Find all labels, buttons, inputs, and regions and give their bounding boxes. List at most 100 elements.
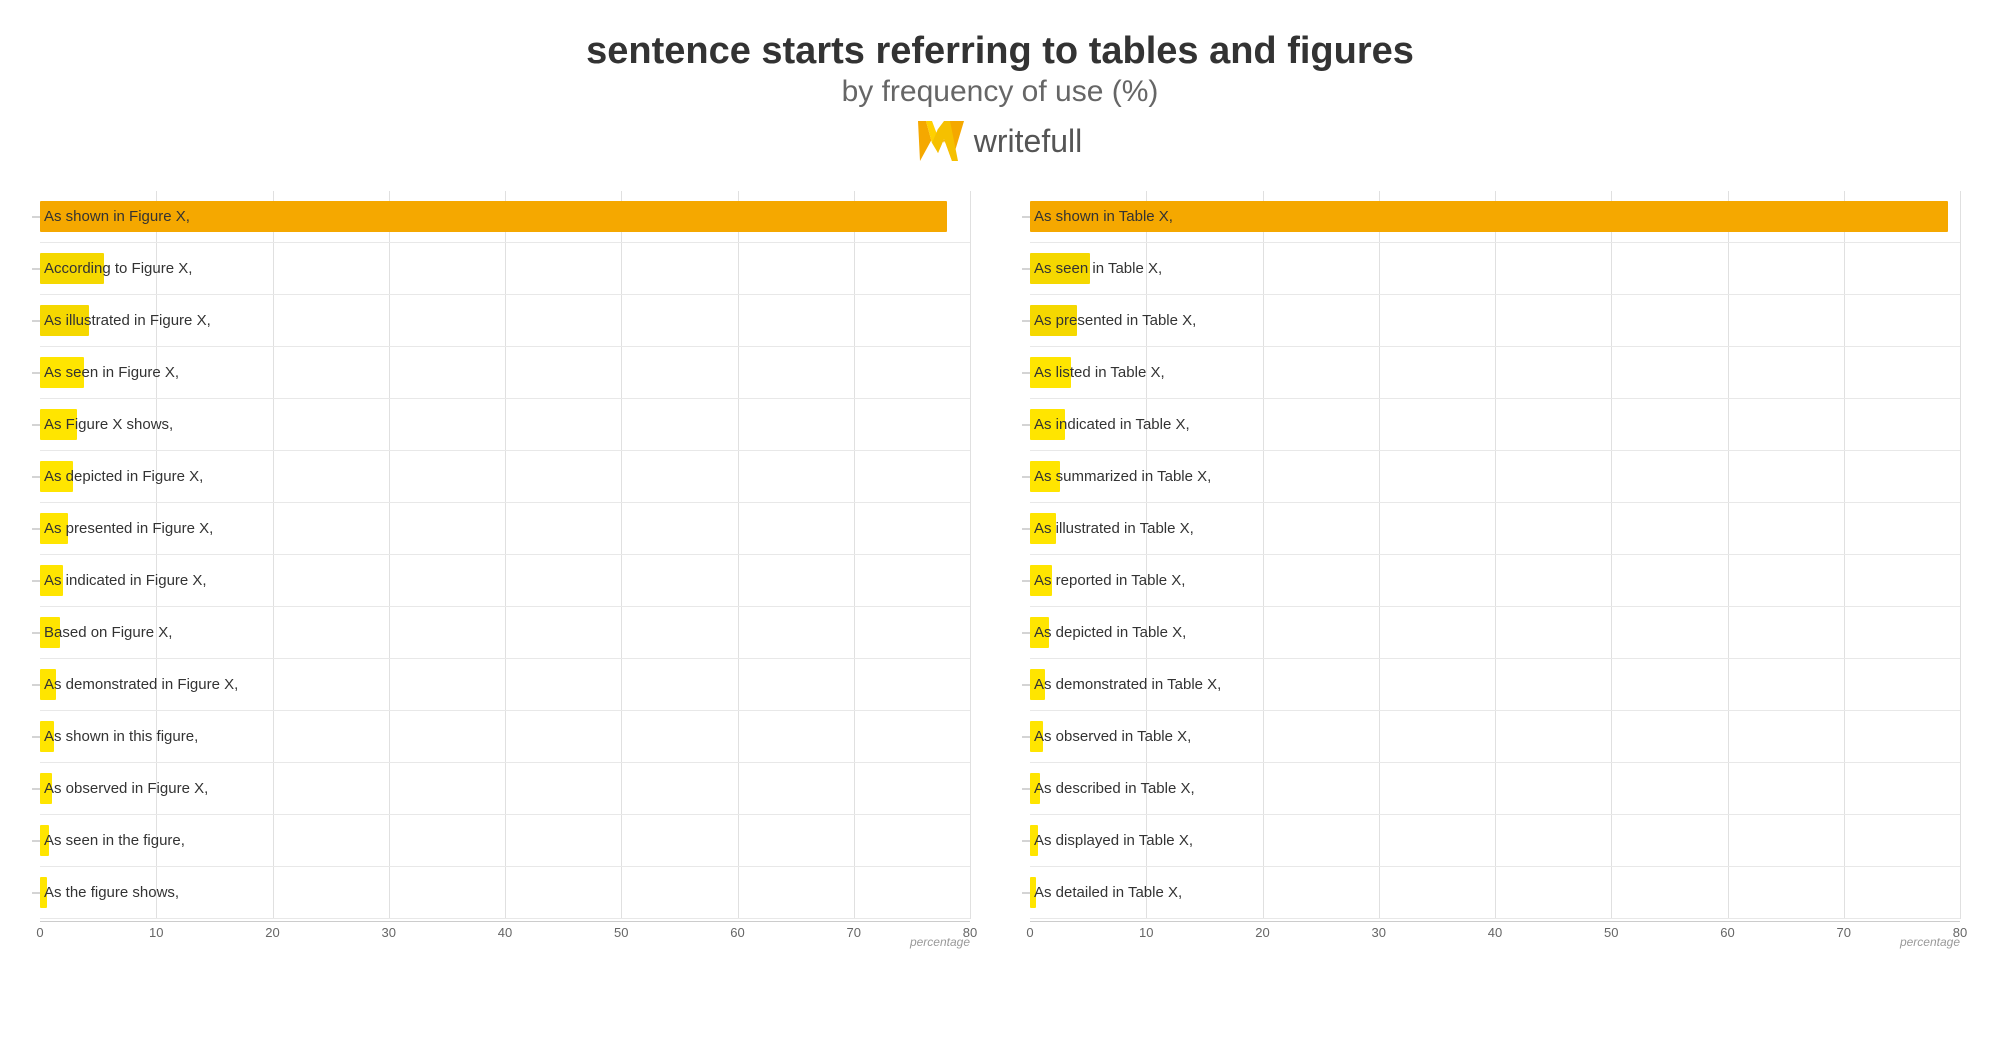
tick-mark	[32, 580, 40, 581]
tick-mark	[1022, 580, 1030, 581]
bar	[40, 877, 47, 908]
tick-mark	[1022, 476, 1030, 477]
x-tick-label: 20	[1255, 925, 1269, 940]
bar-row: As illustrated in Figure X,	[40, 295, 970, 347]
x-tick-label: 60	[730, 925, 744, 940]
bar-row: As seen in Table X,	[1030, 243, 1960, 295]
bar-row: As observed in Table X,	[1030, 711, 1960, 763]
bar-label: As seen in the figure,	[44, 832, 185, 850]
bar-row: As Figure X shows,	[40, 399, 970, 451]
logo-row: writefull	[40, 121, 1960, 161]
bar-label: As the figure shows,	[44, 884, 179, 902]
bar	[1030, 201, 1948, 232]
bar	[40, 617, 60, 648]
bar	[1030, 721, 1043, 752]
charts-container: As shown in Figure X,According to Figure…	[40, 191, 1960, 949]
bar-row: As demonstrated in Figure X,	[40, 659, 970, 711]
tick-mark	[1022, 528, 1030, 529]
bar-row: As described in Table X,	[1030, 763, 1960, 815]
tick-mark	[1022, 268, 1030, 269]
tick-mark	[1022, 684, 1030, 685]
bar	[1030, 409, 1065, 440]
bar-label: As demonstrated in Figure X,	[44, 676, 238, 694]
bar-row: Based on Figure X,	[40, 607, 970, 659]
x-tick-label: 0	[1026, 925, 1033, 940]
bar-row: As depicted in Figure X,	[40, 451, 970, 503]
tick-mark	[32, 424, 40, 425]
bar-label: As observed in Table X,	[1034, 728, 1191, 746]
bar-row: As detailed in Table X,	[1030, 867, 1960, 919]
tick-mark	[32, 840, 40, 841]
bar-label: As summarized in Table X,	[1034, 468, 1211, 486]
tick-mark	[1022, 788, 1030, 789]
tick-mark	[32, 268, 40, 269]
bar-row: As displayed in Table X,	[1030, 815, 1960, 867]
tick-mark	[32, 476, 40, 477]
tick-mark	[32, 684, 40, 685]
figures-chart-panel: As shown in Figure X,According to Figure…	[40, 191, 970, 949]
tick-mark	[1022, 736, 1030, 737]
tick-mark	[1022, 216, 1030, 217]
bar-label: As illustrated in Table X,	[1034, 520, 1194, 538]
bar	[1030, 513, 1056, 544]
chart-wrapper: As shown in Table X,As seen in Table X,A…	[1030, 191, 1960, 949]
bar	[1030, 357, 1071, 388]
bar	[40, 669, 56, 700]
grid-line	[1960, 191, 1961, 919]
bar	[40, 305, 89, 336]
bar	[40, 825, 49, 856]
tables-chart-panel: As shown in Table X,As seen in Table X,A…	[1030, 191, 1960, 949]
bar	[40, 357, 84, 388]
bar-label: As presented in Figure X,	[44, 520, 213, 538]
bar-row: As observed in Figure X,	[40, 763, 970, 815]
bar-row: As presented in Table X,	[1030, 295, 1960, 347]
bar-label: As displayed in Table X,	[1034, 832, 1193, 850]
bar	[1030, 877, 1036, 908]
bar-row: As shown in Figure X,	[40, 191, 970, 243]
bar-row: As seen in the figure,	[40, 815, 970, 867]
bar-label: As detailed in Table X,	[1034, 884, 1182, 902]
bar-label: As shown in this figure,	[44, 728, 198, 746]
bar-row: As reported in Table X,	[1030, 555, 1960, 607]
bar-label: As depicted in Table X,	[1034, 624, 1186, 642]
x-axis-line	[1030, 921, 1960, 922]
bar	[1030, 617, 1049, 648]
bar	[40, 721, 54, 752]
tick-mark	[32, 892, 40, 893]
tick-mark	[1022, 424, 1030, 425]
page-title: sentence starts referring to tables and …	[40, 30, 1960, 73]
bar-row: According to Figure X,	[40, 243, 970, 295]
tick-mark	[32, 736, 40, 737]
bar-label: As described in Table X,	[1034, 780, 1195, 798]
bar-label: As demonstrated in Table X,	[1034, 676, 1221, 694]
x-tick-label: 70	[1837, 925, 1851, 940]
bar	[1030, 773, 1040, 804]
bar-row: As summarized in Table X,	[1030, 451, 1960, 503]
x-tick-label: 0	[36, 925, 43, 940]
tick-mark	[1022, 632, 1030, 633]
x-tick-label: 30	[382, 925, 396, 940]
bar	[1030, 825, 1038, 856]
header: sentence starts referring to tables and …	[40, 30, 1960, 161]
writefull-icon	[918, 121, 964, 161]
chart-wrapper: As shown in Figure X,According to Figure…	[40, 191, 970, 949]
bar-row: As indicated in Table X,	[1030, 399, 1960, 451]
x-axis-wrapper: 01020304050607080percentage	[40, 921, 970, 949]
x-tick-label: 50	[614, 925, 628, 940]
x-tick-label: 60	[1720, 925, 1734, 940]
bar	[40, 773, 52, 804]
bar-row: As shown in this figure,	[40, 711, 970, 763]
x-tick-label: 40	[1488, 925, 1502, 940]
bar	[40, 201, 947, 232]
bar-label: As indicated in Figure X,	[44, 572, 207, 590]
x-axis-wrapper: 01020304050607080percentage	[1030, 921, 1960, 949]
x-axis-line	[40, 921, 970, 922]
bar-row: As illustrated in Table X,	[1030, 503, 1960, 555]
bar	[40, 513, 68, 544]
bar-row: As the figure shows,	[40, 867, 970, 919]
grid-line	[970, 191, 971, 919]
bar-row: As presented in Figure X,	[40, 503, 970, 555]
tick-mark	[32, 320, 40, 321]
bar-row: As seen in Figure X,	[40, 347, 970, 399]
bar-row: As depicted in Table X,	[1030, 607, 1960, 659]
